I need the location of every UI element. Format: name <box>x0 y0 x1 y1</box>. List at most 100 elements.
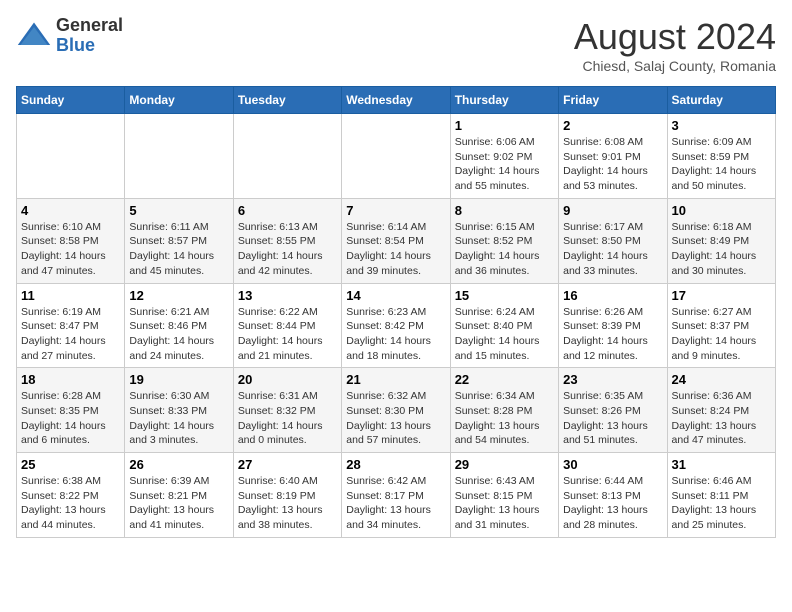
calendar-week-3: 11Sunrise: 6:19 AMSunset: 8:47 PMDayligh… <box>17 283 776 368</box>
day-info: Sunrise: 6:35 AMSunset: 8:26 PMDaylight:… <box>563 389 662 448</box>
calendar-cell: 18Sunrise: 6:28 AMSunset: 8:35 PMDayligh… <box>17 368 125 453</box>
day-info: Sunrise: 6:18 AMSunset: 8:49 PMDaylight:… <box>672 220 771 279</box>
logo-blue: Blue <box>56 36 123 56</box>
calendar-cell: 25 Sunrise: 6:38 AMSunset: 8:22 PMDayligh… <box>17 453 125 538</box>
day-number: 8 <box>455 203 554 218</box>
day-number: 20 <box>238 372 337 387</box>
day-info: Sunrise: 6:31 AMSunset: 8:32 PMDaylight:… <box>238 389 337 448</box>
calendar-cell: 13 Sunrise: 6:22 AMSunset: 8:44 PMDayligh… <box>233 283 341 368</box>
day-number: 16 <box>563 288 662 303</box>
calendar-cell: 5 Sunrise: 6:11 AMSunset: 8:57 PMDaylight… <box>125 198 233 283</box>
day-number: 28 <box>346 457 445 472</box>
day-info: Sunrise: 6:44 AMSunset: 8:13 PMDaylight:… <box>563 474 662 533</box>
calendar-cell: 3Sunrise: 6:09 AMSunset: 8:59 PMDaylight… <box>667 114 775 199</box>
calendar-table: SundayMondayTuesdayWednesdayThursdayFrid… <box>16 86 776 538</box>
day-info: Sunrise: 6:08 AMSunset: 9:01 PMDaylight:… <box>563 135 662 194</box>
day-number: 11 <box>21 288 120 303</box>
day-info: Sunrise: 6:22 AMSunset: 8:44 PMDaylight:… <box>238 305 337 364</box>
day-number: 4 <box>21 203 120 218</box>
weekday-header-monday: Monday <box>125 87 233 114</box>
day-number: 5 <box>129 203 228 218</box>
month-title: August 2024 <box>574 16 776 58</box>
day-info: Sunrise: 6:10 AMSunset: 8:58 PMDaylight:… <box>21 220 120 279</box>
day-info: Sunrise: 6:06 AMSunset: 9:02 PMDaylight:… <box>455 135 554 194</box>
day-number: 18 <box>21 372 120 387</box>
calendar-cell: 19Sunrise: 6:30 AMSunset: 8:33 PMDayligh… <box>125 368 233 453</box>
day-info: Sunrise: 6:15 AMSunset: 8:52 PMDaylight:… <box>455 220 554 279</box>
calendar-cell: 11Sunrise: 6:19 AMSunset: 8:47 PMDayligh… <box>17 283 125 368</box>
calendar-week-2: 4 Sunrise: 6:10 AMSunset: 8:58 PMDaylight… <box>17 198 776 283</box>
calendar-cell: 29Sunrise: 6:43 AMSunset: 8:15 PMDayligh… <box>450 453 558 538</box>
weekday-header-sunday: Sunday <box>17 87 125 114</box>
calendar-cell: 14 Sunrise: 6:23 AMSunset: 8:42 PMDayligh… <box>342 283 450 368</box>
day-info: Sunrise: 6:43 AMSunset: 8:15 PMDaylight:… <box>455 474 554 533</box>
day-number: 30 <box>563 457 662 472</box>
day-number: 31 <box>672 457 771 472</box>
logo-general: General <box>56 16 123 36</box>
day-number: 7 <box>346 203 445 218</box>
calendar-cell: 7Sunrise: 6:14 AMSunset: 8:54 PMDaylight… <box>342 198 450 283</box>
calendar-cell <box>125 114 233 199</box>
logo-icon <box>16 18 52 54</box>
day-info: Sunrise: 6:30 AMSunset: 8:33 PMDaylight:… <box>129 389 228 448</box>
day-info: Sunrise: 6:23 AMSunset: 8:42 PMDaylight:… <box>346 305 445 364</box>
day-number: 24 <box>672 372 771 387</box>
day-info: Sunrise: 6:34 AMSunset: 8:28 PMDaylight:… <box>455 389 554 448</box>
day-info: Sunrise: 6:40 AMSunset: 8:19 PMDaylight:… <box>238 474 337 533</box>
day-info: Sunrise: 6:21 AMSunset: 8:46 PMDaylight:… <box>129 305 228 364</box>
day-number: 14 <box>346 288 445 303</box>
calendar-cell <box>233 114 341 199</box>
calendar-cell: 21 Sunrise: 6:32 AMSunset: 8:30 PMDayligh… <box>342 368 450 453</box>
calendar-cell: 20 Sunrise: 6:31 AMSunset: 8:32 PMDayligh… <box>233 368 341 453</box>
day-number: 22 <box>455 372 554 387</box>
day-number: 27 <box>238 457 337 472</box>
calendar-week-5: 25 Sunrise: 6:38 AMSunset: 8:22 PMDayligh… <box>17 453 776 538</box>
calendar-cell: 16 Sunrise: 6:26 AMSunset: 8:39 PMDayligh… <box>559 283 667 368</box>
calendar-cell: 31Sunrise: 6:46 AMSunset: 8:11 PMDayligh… <box>667 453 775 538</box>
calendar-cell: 27 Sunrise: 6:40 AMSunset: 8:19 PMDayligh… <box>233 453 341 538</box>
weekday-header-wednesday: Wednesday <box>342 87 450 114</box>
day-info: Sunrise: 6:27 AMSunset: 8:37 PMDaylight:… <box>672 305 771 364</box>
calendar-cell: 26 Sunrise: 6:39 AMSunset: 8:21 PMDayligh… <box>125 453 233 538</box>
day-number: 15 <box>455 288 554 303</box>
calendar-cell: 9 Sunrise: 6:17 AMSunset: 8:50 PMDaylight… <box>559 198 667 283</box>
calendar-cell: 4 Sunrise: 6:10 AMSunset: 8:58 PMDaylight… <box>17 198 125 283</box>
day-info: Sunrise: 6:39 AMSunset: 8:21 PMDaylight:… <box>129 474 228 533</box>
day-number: 1 <box>455 118 554 133</box>
day-number: 12 <box>129 288 228 303</box>
day-number: 10 <box>672 203 771 218</box>
location-subtitle: Chiesd, Salaj County, Romania <box>574 58 776 74</box>
weekday-header-thursday: Thursday <box>450 87 558 114</box>
day-number: 3 <box>672 118 771 133</box>
calendar-cell: 22 Sunrise: 6:34 AMSunset: 8:28 PMDayligh… <box>450 368 558 453</box>
day-info: Sunrise: 6:42 AMSunset: 8:17 PMDaylight:… <box>346 474 445 533</box>
day-number: 13 <box>238 288 337 303</box>
day-info: Sunrise: 6:32 AMSunset: 8:30 PMDaylight:… <box>346 389 445 448</box>
calendar-week-4: 18Sunrise: 6:28 AMSunset: 8:35 PMDayligh… <box>17 368 776 453</box>
day-number: 26 <box>129 457 228 472</box>
calendar-cell: 6Sunrise: 6:13 AMSunset: 8:55 PMDaylight… <box>233 198 341 283</box>
calendar-cell: 23 Sunrise: 6:35 AMSunset: 8:26 PMDayligh… <box>559 368 667 453</box>
weekday-header-friday: Friday <box>559 87 667 114</box>
logo: General Blue <box>16 16 123 56</box>
day-info: Sunrise: 6:38 AMSunset: 8:22 PMDaylight:… <box>21 474 120 533</box>
calendar-cell: 10 Sunrise: 6:18 AMSunset: 8:49 PMDayligh… <box>667 198 775 283</box>
day-number: 9 <box>563 203 662 218</box>
day-info: Sunrise: 6:26 AMSunset: 8:39 PMDaylight:… <box>563 305 662 364</box>
day-number: 2 <box>563 118 662 133</box>
calendar-cell: 12 Sunrise: 6:21 AMSunset: 8:46 PMDayligh… <box>125 283 233 368</box>
day-info: Sunrise: 6:17 AMSunset: 8:50 PMDaylight:… <box>563 220 662 279</box>
calendar-body: 1 Sunrise: 6:06 AMSunset: 9:02 PMDaylight… <box>17 114 776 538</box>
day-number: 25 <box>21 457 120 472</box>
day-info: Sunrise: 6:11 AMSunset: 8:57 PMDaylight:… <box>129 220 228 279</box>
calendar-week-1: 1 Sunrise: 6:06 AMSunset: 9:02 PMDaylight… <box>17 114 776 199</box>
day-info: Sunrise: 6:13 AMSunset: 8:55 PMDaylight:… <box>238 220 337 279</box>
page-header: General Blue August 2024 Chiesd, Salaj C… <box>16 16 776 74</box>
day-number: 23 <box>563 372 662 387</box>
calendar-cell <box>342 114 450 199</box>
day-number: 21 <box>346 372 445 387</box>
day-info: Sunrise: 6:24 AMSunset: 8:40 PMDaylight:… <box>455 305 554 364</box>
calendar-cell: 15 Sunrise: 6:24 AMSunset: 8:40 PMDayligh… <box>450 283 558 368</box>
day-info: Sunrise: 6:36 AMSunset: 8:24 PMDaylight:… <box>672 389 771 448</box>
day-number: 17 <box>672 288 771 303</box>
